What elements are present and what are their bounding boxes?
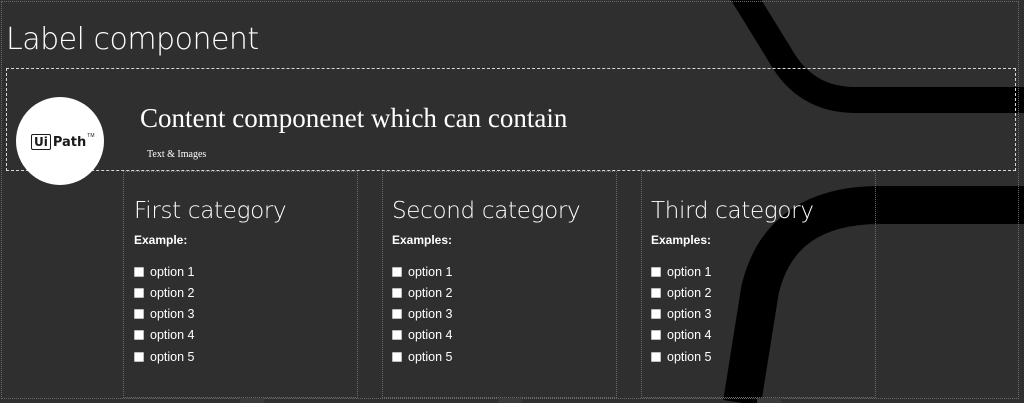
checkbox-icon[interactable] (392, 351, 402, 362)
page-title: Label component (6, 22, 259, 57)
option-item[interactable]: option 1 (134, 261, 286, 282)
category-title: First category (134, 198, 287, 224)
category-example-label: Example: (134, 233, 188, 247)
option-label: option 1 (408, 264, 453, 279)
checkbox-icon[interactable] (651, 351, 661, 362)
checkbox-icon[interactable] (392, 330, 402, 341)
option-item[interactable]: option 5 (392, 346, 580, 367)
option-item[interactable]: option 3 (392, 304, 580, 325)
bottom-handle (240, 398, 264, 403)
option-label: option 5 (408, 349, 453, 364)
category-first: First category Example: option 1 option … (134, 198, 287, 367)
option-item[interactable]: option 2 (134, 282, 286, 303)
option-item[interactable]: option 5 (651, 346, 814, 367)
option-item[interactable]: option 1 (392, 261, 580, 282)
checkbox-icon[interactable] (134, 309, 144, 320)
option-item[interactable]: option 5 (134, 346, 286, 367)
option-item[interactable]: option 2 (392, 282, 580, 303)
checkbox-icon[interactable] (392, 309, 402, 320)
option-item[interactable]: option 3 (651, 304, 814, 325)
category-title: Third category (651, 198, 814, 224)
checkbox-icon[interactable] (392, 266, 402, 277)
checkbox-icon[interactable] (651, 330, 661, 341)
checkbox-icon[interactable] (134, 351, 144, 362)
checkbox-icon[interactable] (651, 287, 661, 298)
uipath-logo-icon: Ui Path TM (31, 133, 95, 151)
option-label: option 4 (408, 328, 453, 343)
option-label: option 2 (408, 285, 453, 300)
content-subtitle: Text & Images (147, 149, 207, 160)
option-label: option 4 (667, 328, 712, 343)
bottom-handle (757, 398, 781, 403)
category-title: Second category (392, 198, 581, 224)
option-label: option 5 (667, 349, 712, 364)
checkbox-icon[interactable] (134, 287, 144, 298)
category-example-label: Examples: (651, 233, 712, 247)
content-title: Content componenet which can contain (140, 103, 568, 133)
option-label: option 3 (408, 307, 453, 322)
checkbox-icon[interactable] (651, 266, 661, 277)
bottom-handle (498, 398, 522, 403)
option-label: option 3 (150, 307, 195, 322)
option-label: option 5 (150, 349, 195, 364)
option-item[interactable]: option 4 (392, 325, 580, 346)
option-list: option 1 option 2 option 3 option 4 opti… (651, 261, 814, 367)
option-item[interactable]: option 4 (134, 325, 286, 346)
checkbox-icon[interactable] (651, 309, 661, 320)
option-label: option 1 (150, 264, 195, 279)
option-list: option 1 option 2 option 3 option 4 opti… (392, 261, 580, 367)
option-item[interactable]: option 2 (651, 282, 814, 303)
option-item[interactable]: option 4 (651, 325, 814, 346)
option-item[interactable]: option 1 (651, 261, 814, 282)
category-example-label: Examples: (392, 233, 453, 247)
checkbox-icon[interactable] (392, 287, 402, 298)
option-label: option 1 (667, 264, 712, 279)
option-label: option 3 (667, 307, 712, 322)
checkbox-icon[interactable] (134, 330, 144, 341)
option-label: option 2 (667, 285, 712, 300)
option-label: option 4 (150, 328, 195, 343)
option-list: option 1 option 2 option 3 option 4 opti… (134, 261, 286, 367)
category-third: Third category Examples: option 1 option… (651, 198, 814, 367)
checkbox-icon[interactable] (134, 266, 144, 277)
category-second: Second category Examples: option 1 optio… (392, 198, 581, 367)
option-label: option 2 (150, 285, 195, 300)
option-item[interactable]: option 3 (134, 304, 286, 325)
